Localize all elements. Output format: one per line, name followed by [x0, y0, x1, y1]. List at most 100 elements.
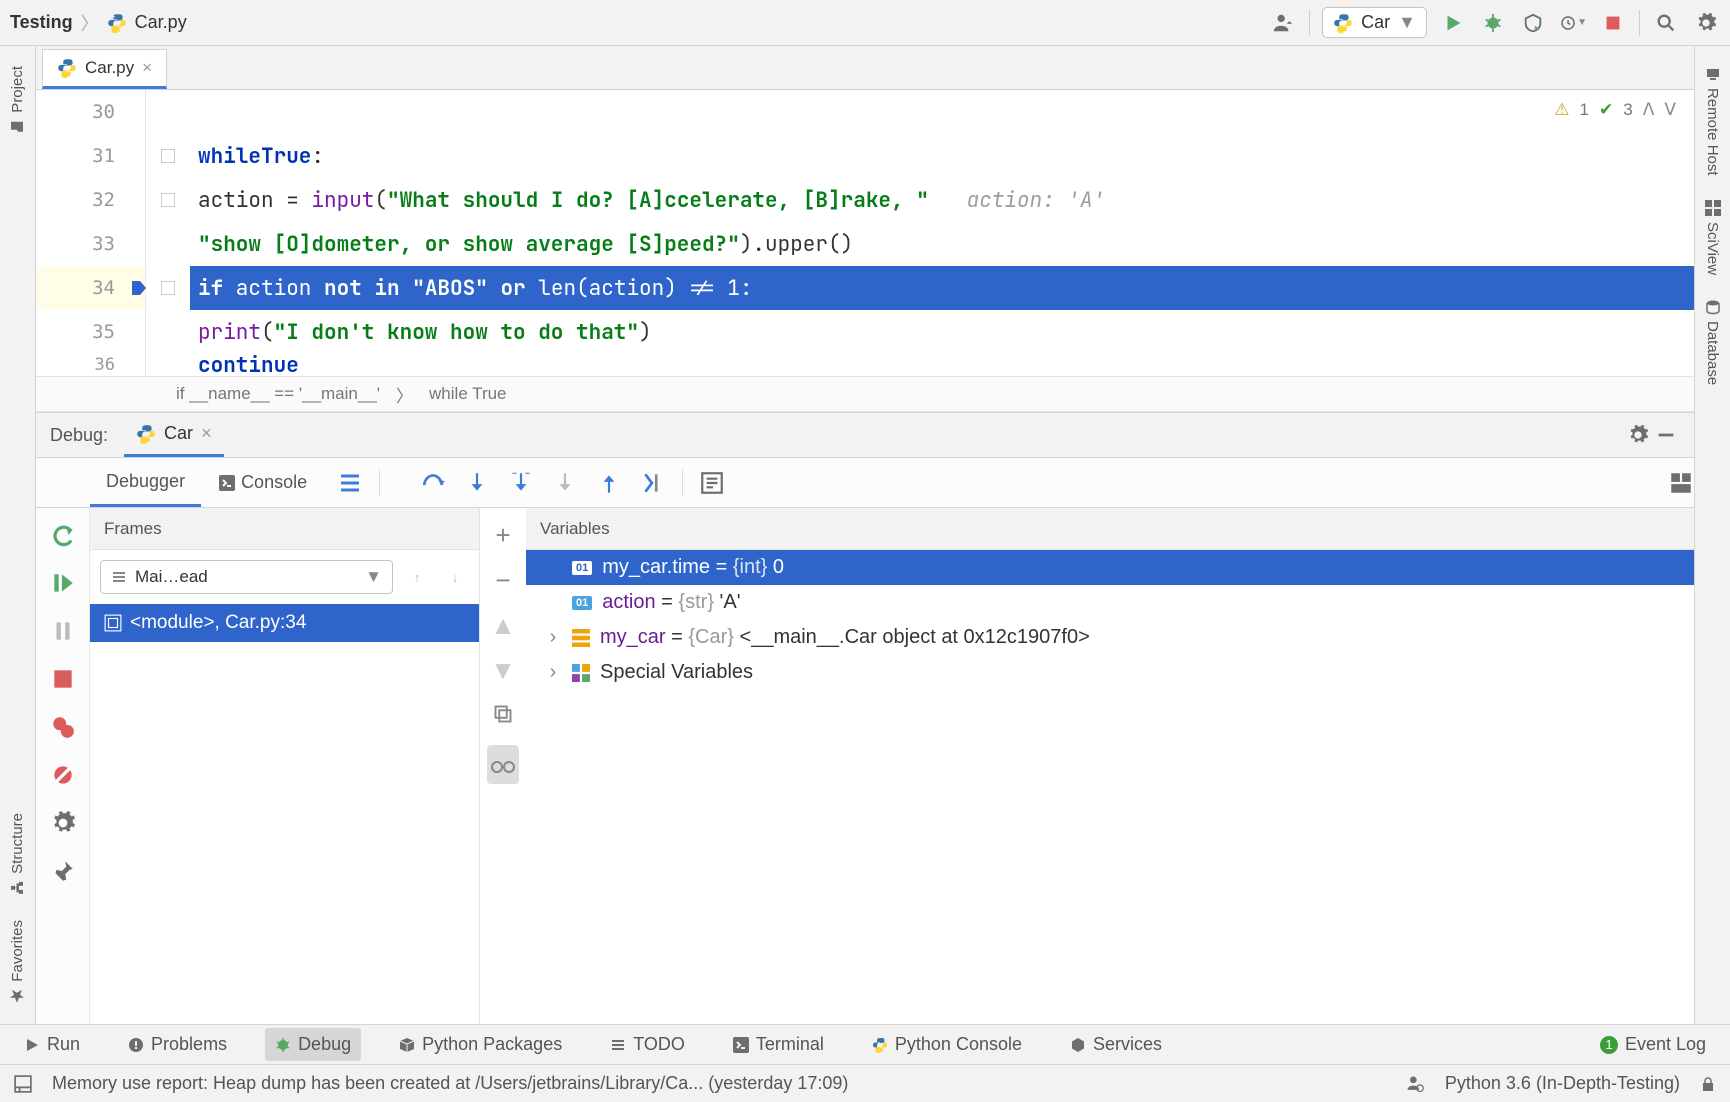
expand-icon[interactable]: ›	[544, 661, 562, 684]
terminal-tool-button[interactable]: Terminal	[723, 1028, 834, 1061]
breadcrumb-file[interactable]: Car.py	[135, 12, 187, 33]
variable-row[interactable]: › Special Variables	[526, 655, 1694, 690]
breadcrumb: Testing 〉 Car.py	[10, 10, 187, 36]
settings-icon[interactable]	[1692, 9, 1720, 37]
run-tool-button[interactable]: Run	[14, 1028, 90, 1061]
fold-marker[interactable]	[161, 193, 175, 207]
pause-button[interactable]	[50, 618, 76, 644]
step-into-my-icon[interactable]	[508, 470, 534, 496]
top-toolbar: Testing 〉 Car.py Car ▼ ▼	[0, 0, 1730, 46]
chevron-right-icon: 〉	[81, 10, 99, 36]
glasses-icon[interactable]	[487, 745, 519, 784]
sciview-tool-button[interactable]: SciView	[1704, 200, 1721, 275]
database-tool-button[interactable]: Database	[1704, 299, 1721, 385]
add-watch-button[interactable]: +	[495, 520, 510, 551]
code-line: "show [O]dometer, or show average [S]pee…	[190, 222, 1694, 266]
step-out-icon[interactable]	[596, 470, 622, 496]
services-tool-button[interactable]: Services	[1060, 1028, 1172, 1061]
stop-button[interactable]	[1599, 9, 1627, 37]
status-message[interactable]: Memory use report: Heap dump has been cr…	[52, 1073, 848, 1094]
arrow-down-icon[interactable]: ▼	[490, 655, 516, 686]
arrow-up-icon[interactable]: ▲	[490, 610, 516, 641]
editor[interactable]: 30 31 32 33 34 35 36 ⚠	[36, 90, 1694, 376]
warning-icon: ⚠	[1554, 100, 1569, 120]
close-icon[interactable]: ×	[142, 58, 152, 78]
copy-icon[interactable]	[493, 700, 513, 731]
frame-down-button[interactable]: ↓	[441, 563, 469, 591]
evaluate-icon[interactable]	[699, 470, 725, 496]
profile-button[interactable]: ▼	[1559, 9, 1587, 37]
debug-tool-window: Debug: Car × Debugger Console	[36, 412, 1694, 1024]
remote-host-tool-button[interactable]: Remote Host	[1704, 66, 1721, 176]
tool-windows-icon[interactable]	[14, 1075, 32, 1093]
variable-row[interactable]: › my_car = {Car} <__main__.Car object at…	[526, 620, 1694, 655]
debug-title: Debug:	[50, 425, 108, 446]
debug-settings-icon[interactable]	[50, 810, 76, 836]
group-icon	[572, 664, 590, 682]
thread-selector[interactable]: Mai…ead ▼	[100, 560, 393, 594]
rerun-button[interactable]	[50, 522, 76, 548]
python-console-tool-button[interactable]: Python Console	[862, 1028, 1032, 1061]
step-into-icon[interactable]	[464, 470, 490, 496]
chevron-down-icon[interactable]: ᐯ	[1664, 100, 1676, 120]
frames-pane: Frames Mai…ead ▼ ↑ ↓ <module>, Car.py:34	[90, 508, 480, 1024]
python-icon	[1333, 13, 1353, 33]
step-over-icon[interactable]	[420, 470, 446, 496]
stack-frame[interactable]: <module>, Car.py:34	[90, 604, 479, 642]
debug-button[interactable]	[1479, 9, 1507, 37]
close-icon[interactable]: ×	[201, 423, 212, 444]
fold-marker[interactable]	[161, 281, 175, 295]
breadcrumb-project[interactable]: Testing	[10, 12, 73, 33]
bottom-tool-bar: Run Problems Debug Python Packages TODO …	[0, 1024, 1730, 1064]
pin-icon[interactable]	[50, 858, 76, 884]
expand-icon[interactable]: ›	[544, 626, 562, 649]
debug-tool-button[interactable]: Debug	[265, 1028, 361, 1061]
layout-icon[interactable]	[1668, 470, 1694, 496]
interpreter-widget[interactable]: Python 3.6 (In-Depth-Testing)	[1445, 1073, 1680, 1094]
mute-breakpoints-button[interactable]	[50, 762, 76, 788]
event-log-tool-button[interactable]: 1Event Log	[1590, 1028, 1716, 1061]
frame-up-button[interactable]: ↑	[403, 563, 431, 591]
minimize-icon[interactable]	[1652, 421, 1680, 449]
variable-row[interactable]: 01 action = {str} 'A'	[526, 585, 1694, 620]
run-to-cursor-icon[interactable]	[640, 470, 666, 496]
todo-tool-button[interactable]: TODO	[600, 1028, 695, 1061]
debug-session-tab[interactable]: Car ×	[124, 413, 224, 457]
view-breakpoints-button[interactable]	[50, 714, 76, 740]
threads-icon[interactable]	[337, 470, 363, 496]
gear-icon[interactable]	[1624, 421, 1652, 449]
favorites-tool-button[interactable]: Favorites	[9, 920, 26, 1004]
account-icon[interactable]	[1269, 9, 1297, 37]
run-button[interactable]	[1439, 9, 1467, 37]
variable-row[interactable]: 01 my_car.time = {int} 0	[526, 550, 1694, 585]
stop-button[interactable]	[50, 666, 76, 692]
chevron-up-icon[interactable]: ᐱ	[1643, 100, 1655, 120]
run-config-selector[interactable]: Car ▼	[1322, 7, 1427, 38]
coverage-button[interactable]	[1519, 9, 1547, 37]
chevron-down-icon: ▼	[365, 567, 382, 587]
packages-tool-button[interactable]: Python Packages	[389, 1028, 572, 1061]
python-icon	[872, 1037, 888, 1053]
inspection-profile-icon[interactable]	[1405, 1074, 1425, 1094]
project-tool-button[interactable]: Project	[9, 66, 26, 135]
variables-header: Variables	[526, 508, 1694, 550]
frames-header: Frames	[90, 508, 479, 550]
resume-button[interactable]	[50, 570, 76, 596]
code-line: while True:	[190, 134, 1694, 178]
code-line-current: if action not in "ABOS" or len(action) !…	[190, 266, 1694, 310]
console-tab[interactable]: Console	[203, 460, 323, 505]
remove-watch-button[interactable]: −	[495, 565, 510, 596]
fold-marker[interactable]	[161, 149, 175, 163]
inspection-widget[interactable]: ⚠1 ✔3 ᐱ ᐯ	[1554, 100, 1676, 120]
right-tool-gutter: Remote Host SciView Database	[1694, 46, 1730, 1024]
problems-tool-button[interactable]: Problems	[118, 1028, 237, 1061]
editor-tab[interactable]: Car.py ×	[42, 49, 167, 89]
debugger-tab[interactable]: Debugger	[90, 459, 201, 507]
code-line: print("I don't know how to do that")	[190, 310, 1694, 354]
search-icon[interactable]	[1652, 9, 1680, 37]
force-step-into-icon[interactable]	[552, 470, 578, 496]
type-badge: 01	[572, 596, 592, 610]
structure-tool-button[interactable]: Structure	[9, 813, 26, 896]
lock-icon[interactable]	[1700, 1076, 1716, 1092]
local-breadcrumb: if __name__ == '__main__' 〉 while True	[36, 376, 1694, 412]
